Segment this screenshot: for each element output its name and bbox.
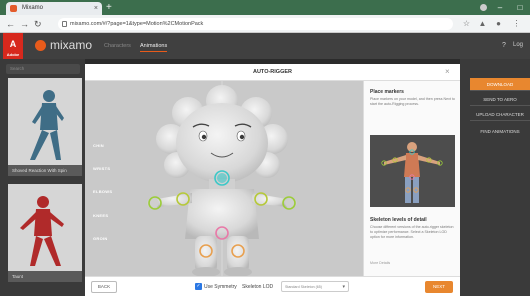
guide-figure — [381, 142, 443, 203]
chevron-down-icon: ▾ — [342, 284, 345, 290]
minimize-button[interactable]: – — [490, 0, 510, 15]
back-icon[interactable]: ← — [6, 18, 15, 30]
joint-label-groin: GROIN — [93, 236, 108, 241]
use-symmetry-label: Use Symmetry — [204, 284, 237, 290]
skeleton-lod-select[interactable]: Standard Skeleton (65) ▾ — [281, 281, 349, 292]
adobe-logo-text: Adobe — [6, 52, 20, 57]
send-to-aero-button[interactable]: SEND TO AERO — [470, 93, 530, 106]
more-details-link[interactable]: More Details — [370, 261, 390, 265]
browser-tab[interactable]: Mixamo × — [6, 2, 102, 15]
url-field[interactable]: mixamo.com/#/?page=1&type=Motion%2CMotio… — [58, 18, 453, 30]
figure-part — [44, 236, 61, 266]
mixamo-logo-icon — [35, 40, 46, 51]
instructions-panel: Place markers Place markers on your mode… — [363, 81, 460, 276]
figure-part — [43, 90, 55, 102]
chin-marker-fill — [217, 173, 227, 183]
record-indicator-icon — [480, 4, 487, 11]
user-menu[interactable]: Log — [513, 42, 523, 48]
profile-icon[interactable]: ● — [494, 19, 503, 28]
animation-card[interactable]: Shoved Reaction With Spin — [8, 78, 82, 176]
screen: Mixamo × + – □ ← → ↻ mixamo.com/#/?page=… — [0, 0, 530, 296]
dialog-header: AUTO-RIGGER × — [85, 64, 460, 81]
dialog-title: AUTO-RIGGER — [252, 69, 292, 75]
joint-label-chin: CHIN — [93, 143, 104, 148]
nav-characters[interactable]: Characters — [104, 43, 131, 49]
new-tab-button[interactable]: + — [106, 1, 112, 14]
figure-part — [30, 130, 49, 160]
address-bar-row: ← → ↻ mixamo.com/#/?page=1&type=Motion%2… — [0, 15, 530, 33]
figure-part — [34, 209, 52, 236]
lock-icon — [62, 21, 67, 27]
figure-part — [37, 196, 49, 208]
search-input[interactable]: Search — [6, 64, 80, 74]
model-viewport[interactable]: CHIN WRISTS ELBOWS KNEES GROIN — [85, 81, 363, 276]
joint-label-elbows: ELBOWS — [93, 189, 113, 194]
animation-card-title: Taunt — [8, 271, 82, 282]
star-icon[interactable]: ☆ — [462, 19, 471, 28]
adobe-logo[interactable]: A Adobe — [3, 33, 23, 59]
maximize-button[interactable]: □ — [510, 0, 530, 15]
next-button[interactable]: NEXT — [425, 281, 453, 293]
lod-heading: Skeleton levels of detail — [370, 217, 427, 223]
place-markers-text: Place markers on your model, and then pr… — [370, 97, 455, 106]
find-animations-link[interactable]: FIND ANIMATIONS — [470, 125, 530, 138]
joint-label-wrists: WRISTS — [93, 166, 111, 171]
back-button[interactable]: BACK — [91, 281, 117, 293]
place-markers-heading: Place markers — [370, 89, 404, 95]
help-icon[interactable]: ? — [502, 42, 506, 49]
animation-figure-1 — [30, 90, 64, 160]
extensions-icon[interactable]: ▲ — [478, 19, 487, 28]
mixamo-favicon-icon — [10, 5, 17, 12]
upload-character-button[interactable]: UPLOAD CHARACTER — [470, 108, 530, 121]
animation-figure-2 — [20, 196, 64, 266]
marker-guide-image — [370, 135, 455, 207]
nav-animations[interactable]: Animations — [140, 43, 168, 52]
forward-icon[interactable]: → — [20, 18, 29, 30]
close-icon[interactable]: × — [445, 67, 450, 76]
lod-text: Choose different versions of the auto-ri… — [370, 225, 454, 239]
animation-card[interactable]: Taunt — [8, 184, 82, 282]
figure-part — [40, 103, 58, 130]
joint-label-knees: KNEES — [93, 213, 109, 218]
character-model — [147, 81, 297, 276]
animation-card-title: Shoved Reaction With Spin — [8, 165, 82, 176]
skeleton-lod-label: Skeleton LOD — [242, 284, 274, 290]
auto-rigger-dialog: AUTO-RIGGER × CHIN WRISTS ELBOWS KNEES G… — [85, 64, 460, 296]
skeleton-lod-value: Standard Skeleton (65) — [285, 285, 322, 289]
download-button[interactable]: DOWNLOAD — [470, 78, 530, 91]
close-tab-icon[interactable]: × — [94, 2, 98, 15]
figure-part — [50, 130, 61, 160]
url-text: mixamo.com/#/?page=1&type=Motion%2CMotio… — [70, 21, 204, 27]
figure-part — [30, 236, 43, 266]
adobe-logo-letter: A — [9, 39, 17, 49]
browser-tab-bar: Mixamo × + – □ — [0, 0, 530, 15]
menu-icon[interactable]: ⋮ — [512, 19, 521, 28]
use-symmetry-checkbox[interactable]: ✓ — [195, 283, 202, 290]
app-name[interactable]: mixamo — [50, 38, 92, 52]
reload-icon[interactable]: ↻ — [34, 18, 42, 30]
tab-title: Mixamo — [22, 5, 44, 11]
dialog-footer: BACK ✓ Use Symmetry Skeleton LOD Standar… — [85, 276, 460, 296]
